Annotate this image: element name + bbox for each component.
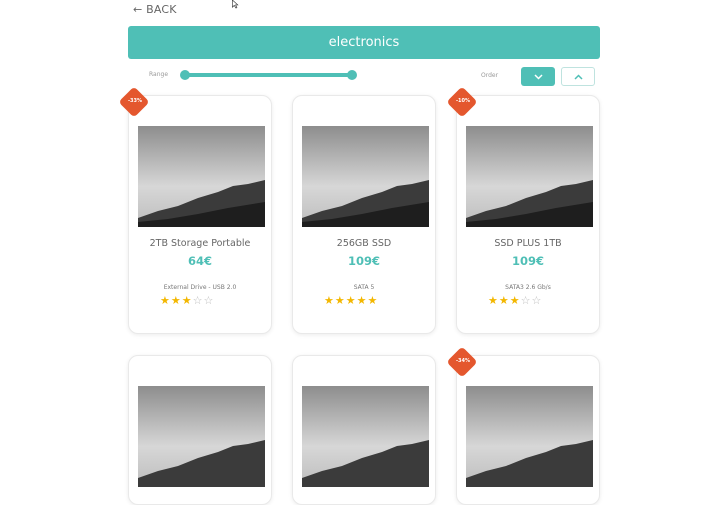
star-icon: ★ xyxy=(356,294,368,307)
product-price: 109€ xyxy=(511,254,544,268)
star-icon: ★ xyxy=(509,294,521,307)
order-ascending-button[interactable] xyxy=(561,67,595,86)
category-title: electronics xyxy=(328,35,400,50)
range-max-handle[interactable] xyxy=(347,70,357,80)
star-icon: ★ xyxy=(181,294,193,307)
price-range-slider[interactable] xyxy=(185,73,352,77)
product-image xyxy=(302,386,429,487)
star-icon: ★ xyxy=(160,294,171,307)
range-min-handle[interactable] xyxy=(180,70,190,80)
rating-stars: ★★★★★ xyxy=(324,294,378,307)
order-label: Order xyxy=(481,72,499,79)
product-card[interactable]: -34% xyxy=(446,346,600,505)
range-label: Range xyxy=(149,71,169,78)
product-description: External Drive - USB 2.0 xyxy=(163,284,237,291)
star-outline-icon: ☆ xyxy=(203,294,215,307)
discount-badge-text: -33% xyxy=(127,98,143,104)
chevron-down-icon xyxy=(533,73,543,80)
product-card[interactable] xyxy=(292,355,436,505)
mouse-cursor-icon xyxy=(232,0,239,9)
rating-stars: ★★★☆☆ xyxy=(488,294,542,307)
chevron-up-icon xyxy=(573,73,583,80)
rating-stars: ★★★☆☆ xyxy=(160,294,214,307)
discount-badge-text: -34% xyxy=(455,358,471,364)
product-image xyxy=(138,386,265,487)
star-outline-icon: ☆ xyxy=(520,294,532,307)
star-icon: ★ xyxy=(324,294,335,307)
star-icon: ★ xyxy=(334,294,346,307)
category-banner: electronics xyxy=(128,26,600,59)
product-image xyxy=(466,386,593,487)
product-image xyxy=(138,126,265,227)
back-link[interactable]: ← BACK xyxy=(133,3,177,16)
product-description: SATA 5 xyxy=(353,284,375,291)
product-title: 2TB Storage Portable xyxy=(149,238,251,249)
product-image xyxy=(302,126,429,227)
star-icon: ★ xyxy=(498,294,510,307)
product-title: SSD PLUS 1TB xyxy=(494,238,562,249)
product-card[interactable]: -10% SSD PLUS 1TB 109€ SATA3 2.6 Gb/s ★★… xyxy=(446,86,600,334)
star-icon: ★ xyxy=(345,294,357,307)
order-descending-button[interactable] xyxy=(521,67,555,86)
product-card[interactable]: 256GB SSD 109€ SATA 5 ★★★★★ xyxy=(292,95,436,334)
star-outline-icon: ☆ xyxy=(192,294,204,307)
star-icon: ★ xyxy=(367,294,379,307)
star-outline-icon: ☆ xyxy=(531,294,543,307)
star-icon: ★ xyxy=(488,294,499,307)
product-price: 64€ xyxy=(187,254,212,268)
product-price: 109€ xyxy=(347,254,380,268)
product-card[interactable]: -33% 2TB Storage Portable 64€ External D… xyxy=(118,86,272,334)
product-description: SATA3 2.6 Gb/s xyxy=(505,284,551,291)
discount-badge-text: -10% xyxy=(455,98,471,104)
star-icon: ★ xyxy=(170,294,182,307)
product-image xyxy=(466,126,593,227)
product-title: 256GB SSD xyxy=(336,238,392,249)
product-card[interactable] xyxy=(128,355,272,505)
